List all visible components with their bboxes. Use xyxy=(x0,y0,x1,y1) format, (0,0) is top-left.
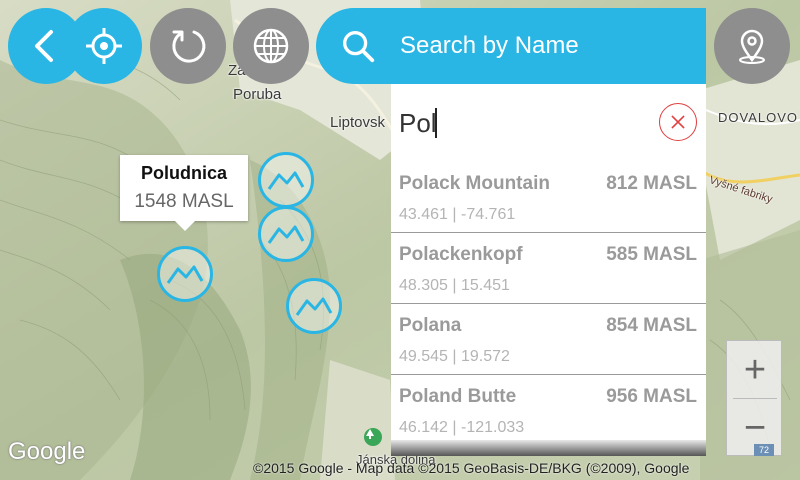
callout-peak-name: Poludnica xyxy=(140,163,227,183)
tree-icon xyxy=(364,428,382,446)
mountain-marker[interactable] xyxy=(286,278,342,334)
zoom-in-button[interactable]: + xyxy=(727,341,783,399)
result-altitude: 585 MASL xyxy=(606,244,697,265)
result-altitude: 854 MASL xyxy=(606,315,697,336)
result-item[interactable]: Polana 854 MASL 49.545 | 19.572 xyxy=(391,304,706,375)
search-results-panel: Polack Mountain 812 MASL 43.461 | -74.76… xyxy=(391,84,706,456)
result-altitude: 812 MASL xyxy=(606,173,697,194)
map-label-town: Liptovsk xyxy=(330,114,386,131)
text-caret xyxy=(435,108,437,138)
result-item[interactable]: Poland Butte 956 MASL 46.142 | -121.033 xyxy=(391,375,706,446)
result-coords: 48.305 | 15.451 xyxy=(399,277,510,294)
globe-icon xyxy=(253,28,289,64)
result-item[interactable]: Polack Mountain 812 MASL 43.461 | -74.76… xyxy=(391,162,706,233)
location-pin-button[interactable] xyxy=(714,8,790,84)
google-logo: Google xyxy=(8,438,86,465)
search-button[interactable] xyxy=(320,8,396,84)
map-label-town: Poruba xyxy=(233,86,282,103)
result-name: Polana xyxy=(399,315,462,336)
crosshair-icon xyxy=(86,28,122,64)
panel-scroll-shadow xyxy=(391,440,706,456)
mountain-marker[interactable] xyxy=(157,246,213,302)
mountain-marker[interactable] xyxy=(258,152,314,208)
result-item[interactable]: Polackenkopf 585 MASL 48.305 | 15.451 xyxy=(391,233,706,304)
globe-button[interactable] xyxy=(233,8,309,84)
search-header: Search by Name xyxy=(316,8,706,84)
search-title: Search by Name xyxy=(400,32,579,59)
peak-callout[interactable]: Poludnica 1548 MASL xyxy=(120,155,248,231)
road-badge: 72 xyxy=(754,444,774,456)
result-name: Polackenkopf xyxy=(399,244,523,265)
map-attribution[interactable]: ©2015 Google - Map data ©2015 GeoBasis-D… xyxy=(253,460,689,476)
result-coords: 49.545 | 19.572 xyxy=(399,348,510,365)
refresh-icon xyxy=(172,30,206,63)
zoom-controls: + − xyxy=(726,340,782,456)
result-coords: 46.142 | -121.033 xyxy=(399,419,525,436)
mountain-icon xyxy=(166,265,204,284)
location-pin-icon xyxy=(739,29,765,64)
chevron-left-icon xyxy=(35,30,53,62)
mountain-icon xyxy=(295,297,333,316)
mountain-icon xyxy=(267,225,305,244)
mountain-marker[interactable] xyxy=(258,206,314,262)
search-input-row xyxy=(391,84,706,162)
close-icon xyxy=(671,115,685,129)
search-icon xyxy=(343,31,375,63)
result-name: Polack Mountain xyxy=(399,173,550,194)
clear-search-button[interactable] xyxy=(659,103,697,141)
result-name: Poland Butte xyxy=(399,386,517,407)
locate-button[interactable] xyxy=(66,8,142,84)
result-coords: 43.461 | -74.761 xyxy=(399,206,516,223)
refresh-button[interactable] xyxy=(150,8,226,84)
result-altitude: 956 MASL xyxy=(606,386,697,407)
callout-peak-altitude: 1548 MASL xyxy=(134,191,234,212)
map-label-town: DOVALOVO xyxy=(718,110,799,125)
mountain-icon xyxy=(267,171,305,190)
